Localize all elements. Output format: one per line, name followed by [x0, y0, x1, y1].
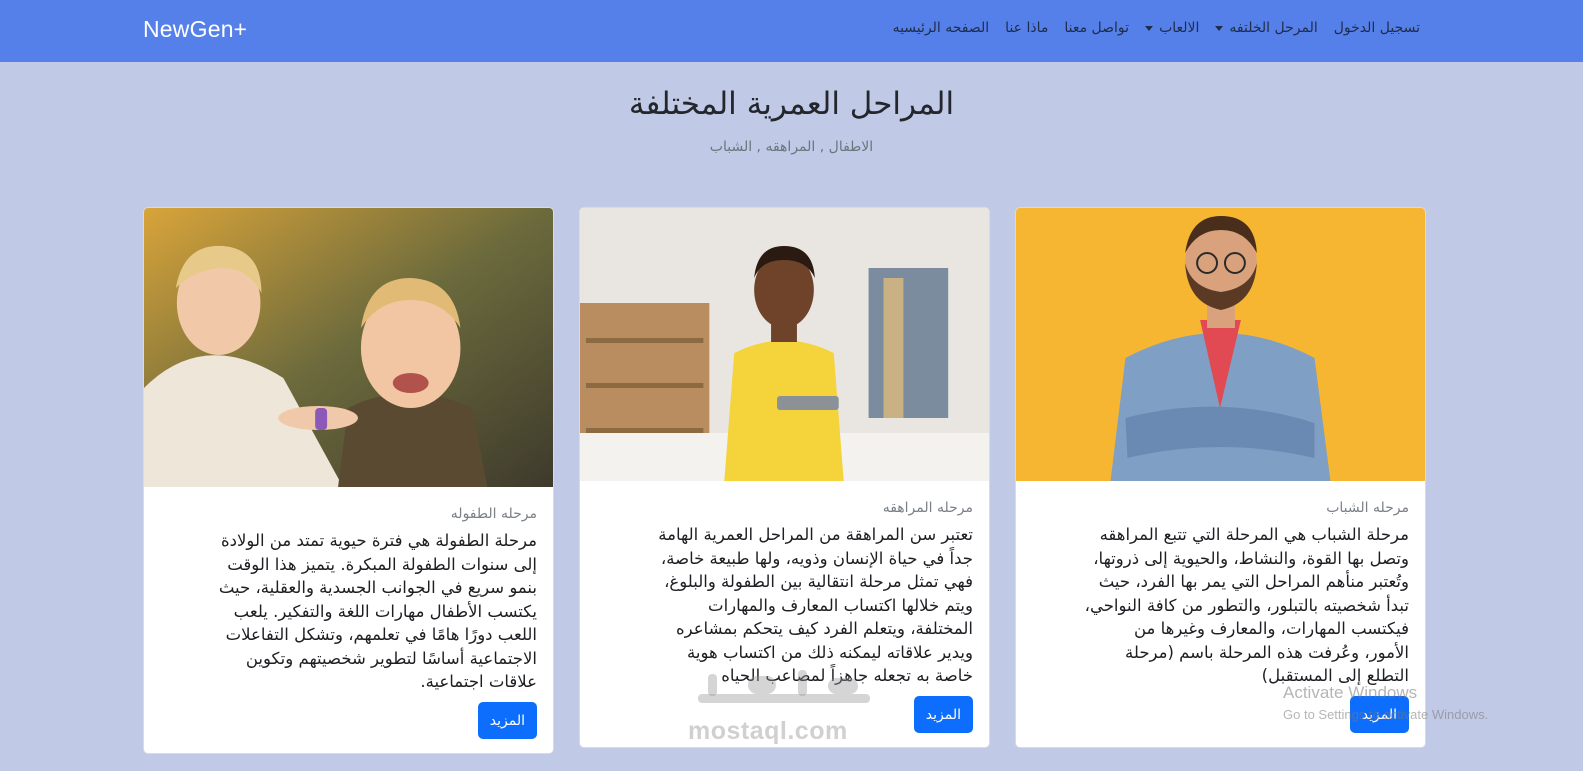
card-subtitle: مرحله الشباب [1326, 500, 1409, 516]
text-line: مرحلة الطفولة هي فترة حيوية تمتد من الول… [221, 531, 537, 550]
more-button[interactable]: المزيد [477, 702, 537, 739]
text-line: وتُعتبر منأهم المراحل التي يمر بها الفرد… [1098, 572, 1409, 591]
text-line: تبدأ شخصيته بالتبلور، والتطور من كافة ال… [1084, 595, 1409, 615]
nav-dropdown-games[interactable]: الالعاب [1145, 20, 1199, 36]
text-line: مرحلة الشباب هي المرحلة التي تتبع المراه… [1099, 525, 1409, 544]
card-subtitle: مرحله الطفوله [450, 506, 537, 522]
text-line: يكتسب الأطفال مهارات اللغة والتفكير. يلع… [233, 601, 537, 621]
more-button[interactable]: المزيد [913, 696, 973, 733]
card-image-childhood [144, 208, 553, 487]
nav-link-home[interactable]: الصفحه الرئيسيه [893, 20, 990, 36]
card-image-youth [1016, 208, 1425, 481]
card-text: مرحلة الطفولة هي فترة حيوية تمتد من الول… [157, 529, 537, 694]
page-title: المراحل العمرية المختلفة [628, 86, 955, 122]
page-subtitle: الاطفال , المراهقه , الشباب [709, 139, 874, 155]
nav-link-about[interactable]: ماذا عنا [1005, 20, 1048, 36]
mostaql-watermark-logo [698, 670, 870, 703]
card-subtitle: مرحله المراهقه [882, 500, 973, 516]
watermark-site: mostaql.com [688, 717, 848, 745]
text-line: الأمور، وعُرفت هذه المرحلة باسم (مرحلة [1125, 642, 1409, 662]
nav-link-label: ماذا عنا [1005, 20, 1049, 36]
text-line: وتصل بها القوة، والنشاط، والحيوية إلى ذر… [1093, 548, 1409, 568]
brand-logo[interactable]: NewGen+ [143, 16, 247, 43]
text-line: بنمو سريع في الجوانب الجسدية والعقلية، ح… [218, 578, 537, 597]
card-childhood: مرحله الطفوله مرحلة الطفولة هي فترة حيوي… [143, 207, 554, 754]
caret-down-icon [1215, 25, 1224, 31]
nav-link-label: الصفحه الرئيسيه [892, 20, 990, 36]
text-line: جداً في حياة الإنسان وذويه، ولها طبيعة خ… [660, 548, 973, 568]
nav-link-login[interactable]: تسجيل الدخول [1334, 20, 1420, 36]
text-line: الاجتماعية أساسًا لتطوير شخصيتهم وتكوين [245, 648, 537, 668]
nav-link-label: الالعاب [1159, 20, 1200, 36]
text-line: فهي تمثل مرحلة انتقالية بين الطفولة والب… [664, 572, 973, 591]
nav-link-label: تسجيل الدخول [1333, 20, 1420, 36]
text-line: تعتبر سن المراهقة من المراحل العمرية اله… [658, 525, 973, 544]
nav-dropdown-stages[interactable]: المرحل الخلتفه [1215, 20, 1318, 36]
text-line: اللعب دورًا هامًا في تعلمهم، وتشكل التفا… [225, 625, 537, 644]
card-text: مرحلة الشباب هي المرحلة التي تتبع المراه… [1029, 523, 1409, 688]
navbar: NewGen+ تسجيل الدخول المرحل الخلتفه الال… [0, 0, 1583, 62]
nav-links: تسجيل الدخول المرحل الخلتفه الالعاب تواص… [893, 20, 1420, 36]
text-line: إلى سنوات الطفولة المبكرة. يتميز هذا الو… [227, 554, 537, 574]
nav-link-label: المرحل الخلتفه [1229, 20, 1318, 36]
card-youth: مرحله الشباب مرحلة الشباب هي المرحلة الت… [1015, 207, 1426, 748]
text-line: علاقات اجتماعية. [420, 672, 537, 691]
text-line: ويتم خلالها اكتساب المعارف والمهارات [708, 595, 973, 615]
text-line: المختلفة، ويتعلم الفرد كيف يتحكم بمشاعره [675, 619, 973, 638]
activate-windows-title: Activate Windows [1283, 683, 1418, 702]
nav-link-contact[interactable]: تواصل معنا [1064, 20, 1129, 36]
nav-link-label: تواصل معنا [1064, 20, 1130, 36]
caret-down-icon [1145, 25, 1154, 31]
card-image-teen [580, 208, 989, 481]
activate-windows-sub: Go to Settings to activate Windows. [1283, 707, 1489, 722]
card-text: تعتبر سن المراهقة من المراحل العمرية اله… [593, 523, 973, 688]
text-line: فيكتسب المهارات، والمعارف وغيرها من [1133, 619, 1409, 638]
text-line: ويدير علاقاته ليمكنه ذلك من اكتساب هوية [687, 642, 973, 662]
